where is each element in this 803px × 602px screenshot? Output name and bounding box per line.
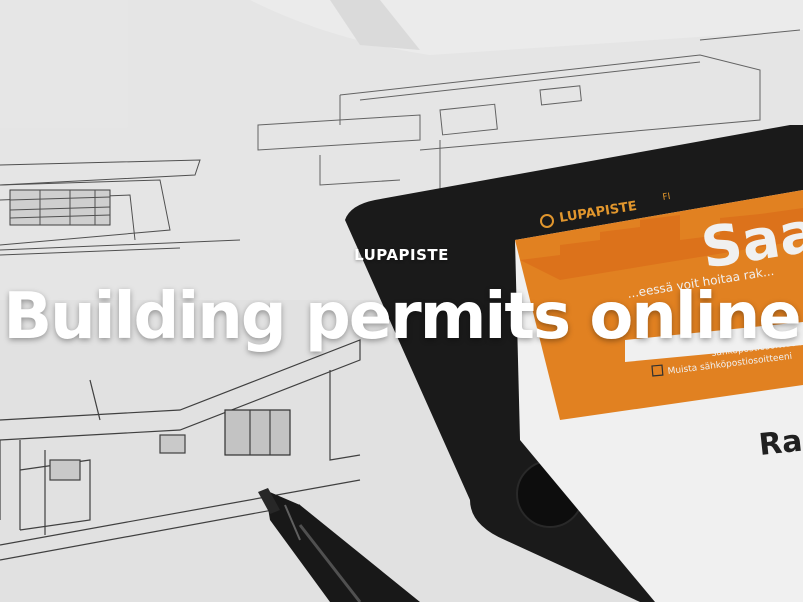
hero-eyebrow: LUPAPISTE (354, 246, 449, 264)
hero-banner: LUPAPISTE FI Saa ...eessä voit hoitaa ra… (0, 0, 803, 602)
hero-headline: Building permits online (3, 280, 801, 354)
